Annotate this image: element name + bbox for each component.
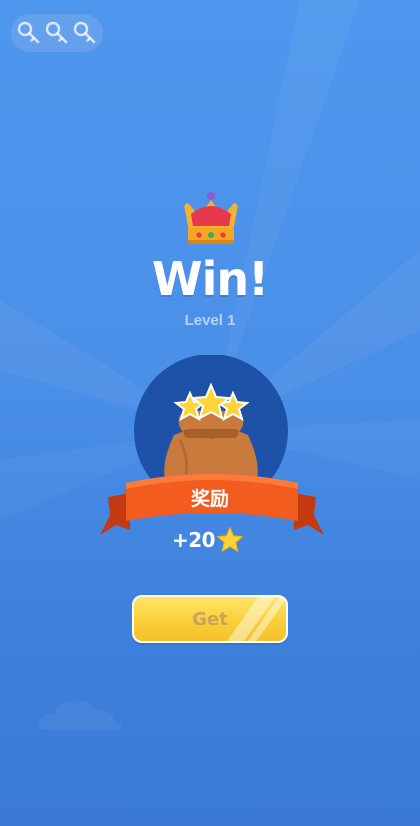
win-title: Win! — [151, 252, 269, 306]
reward-label: 奖励 — [190, 488, 229, 510]
level-label: Level 1 — [184, 312, 236, 329]
key-icon — [73, 21, 96, 44]
key-icon — [17, 21, 40, 44]
crown-icon — [184, 192, 238, 244]
reward-amount: +20 — [172, 526, 244, 554]
star-icon — [216, 526, 244, 553]
background-cloud — [38, 700, 122, 730]
get-button[interactable]: Get — [132, 595, 288, 643]
get-button-label: Get — [192, 608, 228, 630]
reward-emblem — [100, 355, 324, 535]
key-icon — [45, 21, 68, 44]
reward-amount-text: +20 — [172, 528, 216, 552]
keys-counter — [11, 14, 103, 52]
